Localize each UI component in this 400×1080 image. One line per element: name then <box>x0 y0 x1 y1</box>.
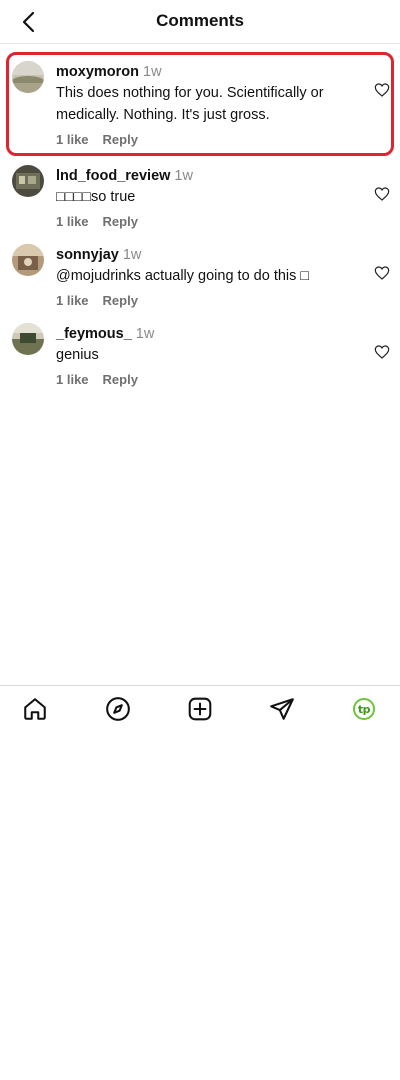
comment-time: 1w <box>135 326 155 342</box>
page-title: Comments <box>156 11 244 30</box>
comment-username[interactable]: moxymoron <box>56 64 139 80</box>
comment-text: genius <box>56 347 99 363</box>
create-icon <box>188 697 212 721</box>
avatar[interactable] <box>12 165 44 197</box>
profile-icon: tp <box>353 698 375 720</box>
reply-button[interactable]: Reply <box>103 132 138 147</box>
reply-button[interactable]: Reply <box>103 214 138 229</box>
comment-time: 1w <box>143 64 162 80</box>
heart-icon[interactable] <box>374 265 390 281</box>
comment-username[interactable]: _feymous_ <box>56 326 132 342</box>
comment-text: □□□□so true <box>56 189 136 205</box>
like-count[interactable]: 1 like <box>56 214 89 229</box>
comment-item: moxymoron 1w This does nothing for you. S… <box>0 52 400 156</box>
like-count[interactable]: 1 like <box>56 132 89 147</box>
comment-item: sonnyjay 1w @mojudrinks actually going to… <box>0 235 400 314</box>
explore-icon <box>106 697 130 721</box>
comment-text: This does nothing for you. Scientificall… <box>56 85 324 123</box>
tab-profile[interactable]: tp <box>351 696 377 722</box>
avatar[interactable] <box>12 61 44 93</box>
comment-time: 1w <box>174 168 193 184</box>
comment-body: sonnyjay 1w @mojudrinks actually going to… <box>56 245 361 308</box>
comment-time: 1w <box>122 247 142 263</box>
tab-create[interactable] <box>187 696 213 722</box>
tab-direct[interactable] <box>269 696 295 722</box>
comment-username[interactable]: sonnyjay <box>56 247 119 263</box>
comment-body: moxymoron 1w This does nothing for you. S… <box>56 62 361 147</box>
reply-button[interactable]: Reply <box>103 293 138 308</box>
tab-home[interactable] <box>22 696 48 722</box>
header-bar: Comments <box>0 0 400 44</box>
comment-item: _feymous_ 1w genius 1 like Reply <box>0 314 400 393</box>
heart-icon[interactable] <box>374 344 390 360</box>
home-icon <box>24 698 46 720</box>
like-count[interactable]: 1 like <box>56 372 89 387</box>
comment-username[interactable]: lnd_food_review <box>56 168 170 184</box>
heart-icon[interactable] <box>374 82 390 98</box>
heart-icon[interactable] <box>374 186 390 202</box>
avatar[interactable] <box>12 244 44 276</box>
reply-button[interactable]: Reply <box>103 372 138 387</box>
tab-explore[interactable] <box>105 696 131 722</box>
comment-body: _feymous_ 1w genius 1 like Reply <box>56 324 361 387</box>
bottom-tab-bar: tp <box>0 685 400 731</box>
avatar[interactable] <box>12 323 44 355</box>
like-count[interactable]: 1 like <box>56 293 89 308</box>
direct-icon <box>270 698 294 720</box>
comment-list: moxymoron 1w This does nothing for you. S… <box>0 52 400 393</box>
comment-item: lnd_food_review 1w □□□□so true 1 like Repl… <box>0 156 400 235</box>
comment-body: lnd_food_review 1w □□□□so true 1 like Repl… <box>56 166 361 229</box>
comment-text: @mojudrinks actually going to do this □ <box>56 268 310 284</box>
